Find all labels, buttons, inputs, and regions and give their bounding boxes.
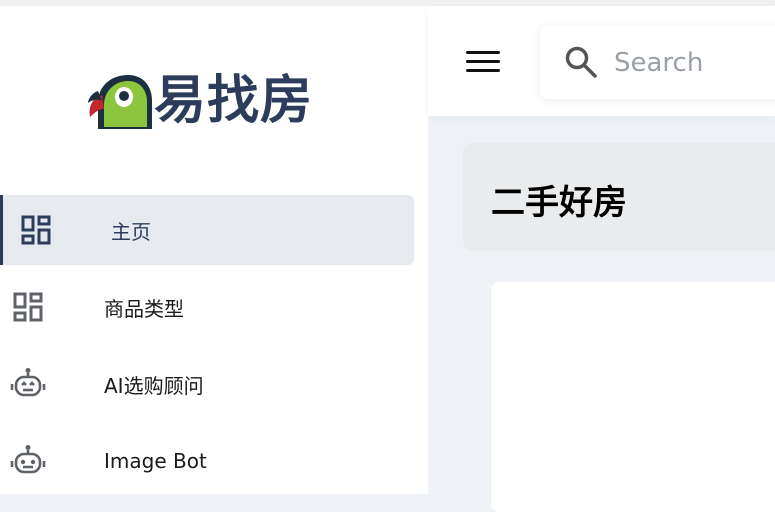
dashboard-icon (10, 289, 46, 325)
sidebar-item-home[interactable]: 主页 (0, 195, 414, 265)
sidebar-item-ai-advisor[interactable]: AI选购顾问 (0, 349, 414, 419)
sidebar: 易找房 主页 商品类型 AI选购顾问 Image Bot (0, 6, 428, 494)
menu-toggle-button[interactable] (466, 51, 500, 77)
hamburger-icon (466, 60, 500, 63)
search-box (540, 25, 775, 99)
sidebar-item-label: 主页 (111, 219, 151, 244)
robot-icon (10, 443, 46, 479)
robot-icon (10, 366, 46, 402)
dashboard-icon (18, 212, 54, 248)
sidebar-item-label: 商品类型 (104, 296, 184, 321)
page-title: 二手好房 (491, 183, 627, 223)
content-card (491, 282, 775, 512)
brand-name: 易找房 (154, 71, 314, 131)
top-header (428, 6, 775, 116)
brand-logo[interactable]: 易找房 (84, 66, 313, 136)
search-input[interactable] (612, 43, 775, 83)
parrot-logo-icon (88, 75, 152, 129)
sidebar-item-image-bot[interactable]: Image Bot (0, 426, 414, 496)
sidebar-item-product-types[interactable]: 商品类型 (0, 272, 414, 342)
sidebar-nav: 主页 商品类型 AI选购顾问 Image Bot (0, 195, 428, 503)
sidebar-item-label: AI选购顾问 (104, 373, 204, 398)
page-title-card: 二手好房 (463, 143, 775, 251)
search-icon[interactable] (564, 45, 598, 79)
hamburger-icon (466, 69, 500, 72)
sidebar-item-label: Image Bot (104, 449, 207, 473)
hamburger-icon (466, 51, 500, 54)
